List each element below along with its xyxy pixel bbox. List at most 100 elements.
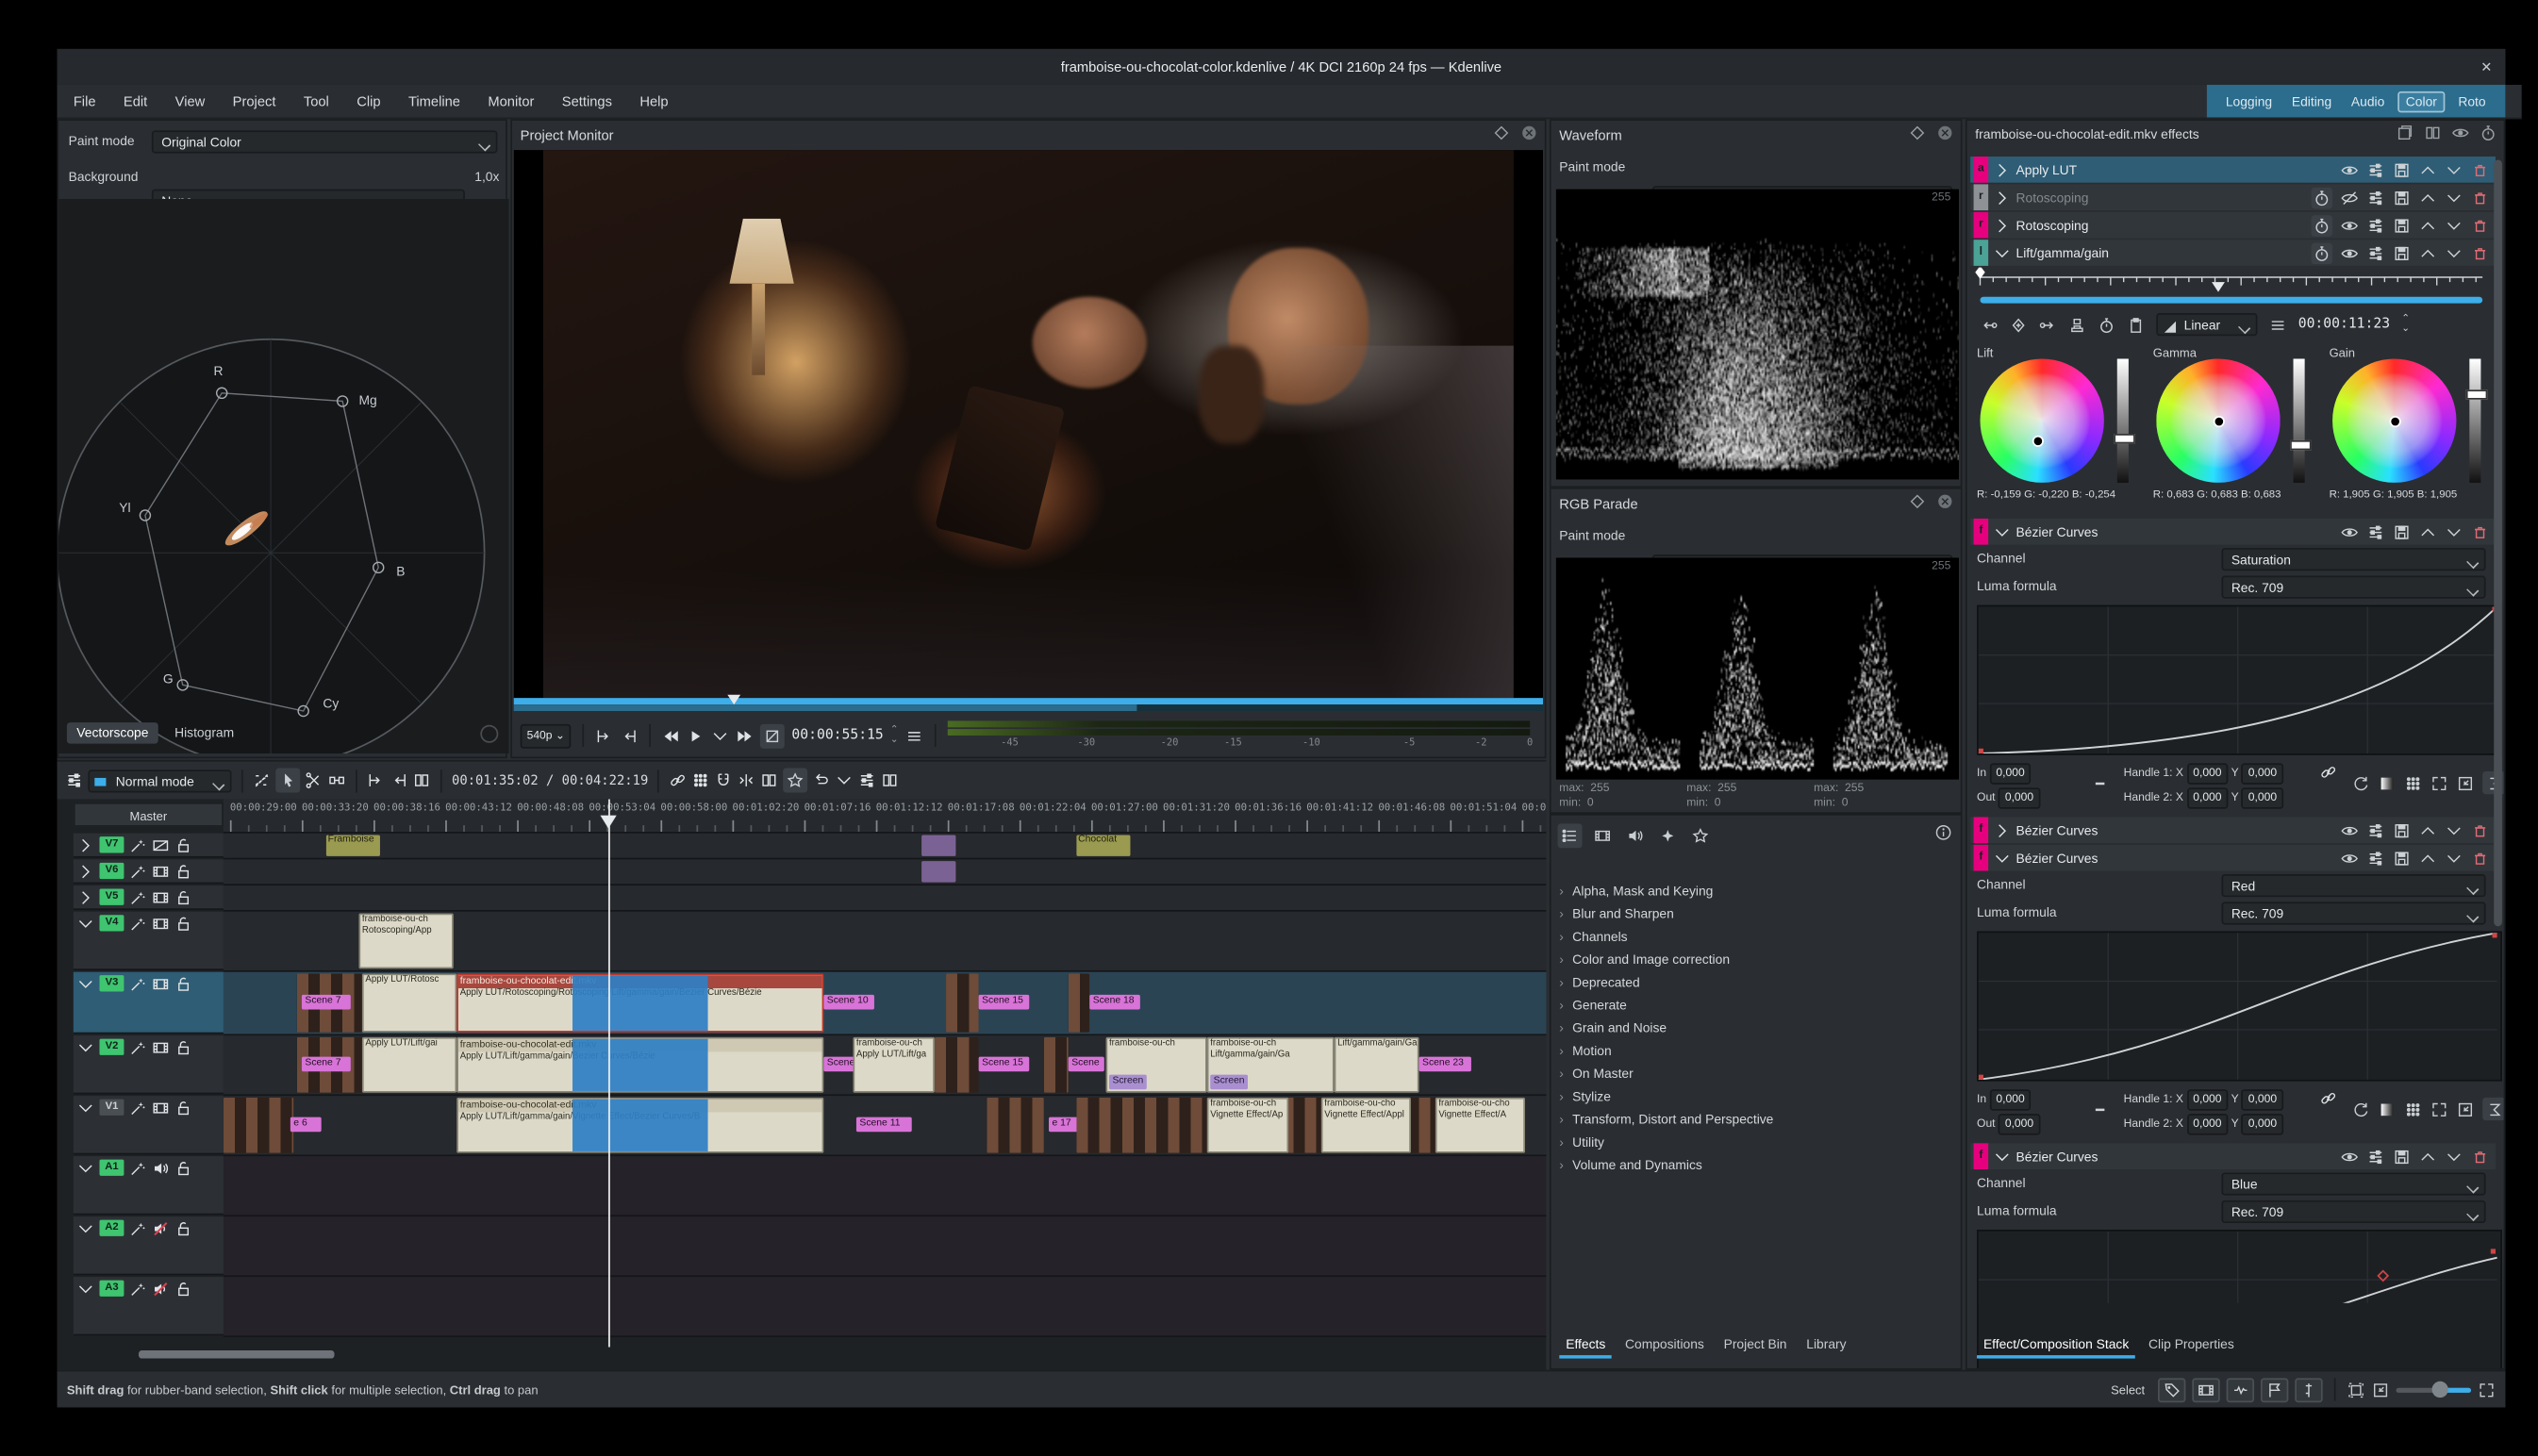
move-up-icon[interactable] [2419,522,2437,540]
clip-chocolat[interactable]: Chocolat [1076,835,1130,855]
film-icon[interactable] [152,1100,170,1117]
zone-out-icon[interactable] [621,726,639,744]
effect-category[interactable]: Utility [1556,1132,1957,1154]
clip[interactable] [921,861,955,882]
zoom-in-curve-icon[interactable] [2430,1100,2448,1118]
link-handles-icon[interactable] [2319,1089,2337,1107]
collapse-track-icon[interactable] [76,1100,94,1117]
lock-track-icon[interactable] [174,975,192,993]
keyframe-timecode[interactable]: 00:00:11:23 [2298,317,2390,333]
move-up-icon[interactable] [2419,821,2437,839]
effect-category[interactable]: Generate [1556,995,1957,1018]
expand-effect-icon[interactable] [1993,160,2011,178]
track-effects-icon[interactable] [129,915,147,933]
expand-effect-icon[interactable] [1993,522,2011,540]
lock-track-icon[interactable] [174,889,192,907]
clip[interactable]: framboise-ou-chRotoscoping/App [358,913,453,968]
keyframe-zone-bar[interactable] [1970,297,2496,306]
curve-editor[interactable] [1970,605,2496,759]
monitor-timecode[interactable]: 00:00:55:15 [791,727,883,743]
luma-formula-select[interactable]: Rec. 709 [2221,1200,2485,1223]
show-background-icon[interactable] [2378,1100,2396,1118]
track-lane-A1[interactable] [224,1156,1547,1216]
collapse-track-icon[interactable] [76,975,94,993]
layout-tab-audio[interactable]: Audio [2345,92,2391,110]
close-panel-icon[interactable] [1936,492,1954,510]
effect-category[interactable]: Blur and Sharpen [1556,903,1957,926]
track-header-A1[interactable]: A1 [74,1156,224,1215]
float-icon[interactable] [1908,492,1926,510]
track-header-V6[interactable]: V6 [74,859,224,884]
delete-effect-icon[interactable] [2471,244,2489,262]
stack-copy-icon[interactable] [2396,124,2414,141]
clip-framboise-ou-chocolat-edit.mkv[interactable]: framboise-ou-chocolat-edit.mkv Apply LUT… [456,1098,823,1153]
multicam-icon[interactable] [761,771,779,789]
more-options-icon[interactable] [836,771,854,789]
lock-track-icon[interactable] [174,1220,192,1238]
track-lane-V5[interactable] [224,885,1547,912]
lock-track-icon[interactable] [174,1039,192,1057]
effect-category[interactable]: Alpha, Mask and Keying [1556,881,1957,903]
move-down-icon[interactable] [2445,160,2463,178]
stack-scrollbar[interactable] [2494,159,2502,926]
gamma-slider[interactable] [2294,358,2305,482]
keyframe-toggle-button[interactable] [2312,242,2332,263]
track-target-A2[interactable]: A2 [99,1220,124,1236]
stack-cols-icon[interactable] [2424,124,2442,141]
scene-marker[interactable]: Scene [1069,1057,1104,1072]
master-button[interactable]: Master [74,802,224,827]
lock-track-icon[interactable] [174,1100,192,1117]
presets-icon[interactable] [2366,849,2384,867]
status-film-button[interactable] [2192,1377,2219,1401]
info-icon[interactable] [1934,823,1952,841]
move-up-icon[interactable] [2419,160,2437,178]
move-up-icon[interactable] [2419,216,2437,234]
delete-effect-icon[interactable] [2471,189,2489,207]
clip[interactable] [935,1037,979,1093]
float-icon[interactable] [1492,124,1510,141]
enable-effect-icon[interactable] [2341,216,2359,234]
keyframe-toggle-button[interactable] [2312,214,2332,235]
track-target-V4[interactable]: V4 [99,915,124,931]
layout-tab-logging[interactable]: Logging [2219,92,2279,110]
clip[interactable]: framboise-ou-choVignette Effect/A [1435,1098,1525,1153]
menu-tool[interactable]: Tool [304,93,329,109]
save-effect-icon[interactable] [2393,160,2411,178]
collapse-track-icon[interactable] [76,1160,94,1178]
lift-slider[interactable] [2117,358,2129,482]
save-effect-icon[interactable] [2393,189,2411,207]
presets-icon[interactable] [2366,189,2384,207]
track-target-A3[interactable]: A3 [99,1281,124,1297]
collapse-track-icon[interactable] [76,1220,94,1238]
clip-framboise[interactable]: Framboise [326,835,380,855]
next-keyframe-icon[interactable] [2039,316,2057,334]
interpolation-select[interactable]: Linear [2156,313,2257,336]
razor-tool-icon[interactable] [305,771,323,789]
track-effects-icon[interactable] [129,975,147,993]
filmx-icon[interactable] [152,836,170,854]
move-down-icon[interactable] [2445,216,2463,234]
track-effects-icon[interactable] [129,863,147,881]
close-icon[interactable]: ✕ [2480,49,2492,85]
monitor-seekbar[interactable] [514,698,1543,704]
track-header-V4[interactable]: V4 [74,912,224,970]
zoom-out-icon[interactable] [2372,1381,2390,1398]
effect-category[interactable]: On Master [1556,1064,1957,1086]
lock-track-icon[interactable] [174,836,192,854]
presets-icon[interactable] [2366,522,2384,540]
enable-effect-icon[interactable] [2341,1148,2359,1166]
track-target-V5[interactable]: V5 [99,889,124,905]
menu-help[interactable]: Help [639,93,668,109]
monitor-zonebar[interactable] [514,704,1543,711]
keyframe-stopwatch-icon[interactable] [2098,316,2115,334]
move-down-icon[interactable] [2445,189,2463,207]
snap-icon[interactable] [715,771,733,789]
enable-effect-icon[interactable] [2341,522,2359,540]
track-lane-V1[interactable]: e 6framboise-ou-chocolat-edit.mkv Apply … [224,1096,1547,1156]
status-flag-button[interactable] [2261,1377,2288,1401]
stack-tab[interactable]: Effect/Composition Stack [1977,1334,2135,1359]
expand-effect-icon[interactable] [1993,821,2011,839]
scene-marker[interactable]: Scene 23 [1419,1057,1471,1072]
effect-category[interactable]: Transform, Distort and Perspective [1556,1109,1957,1132]
spkmute-icon[interactable] [152,1220,170,1238]
